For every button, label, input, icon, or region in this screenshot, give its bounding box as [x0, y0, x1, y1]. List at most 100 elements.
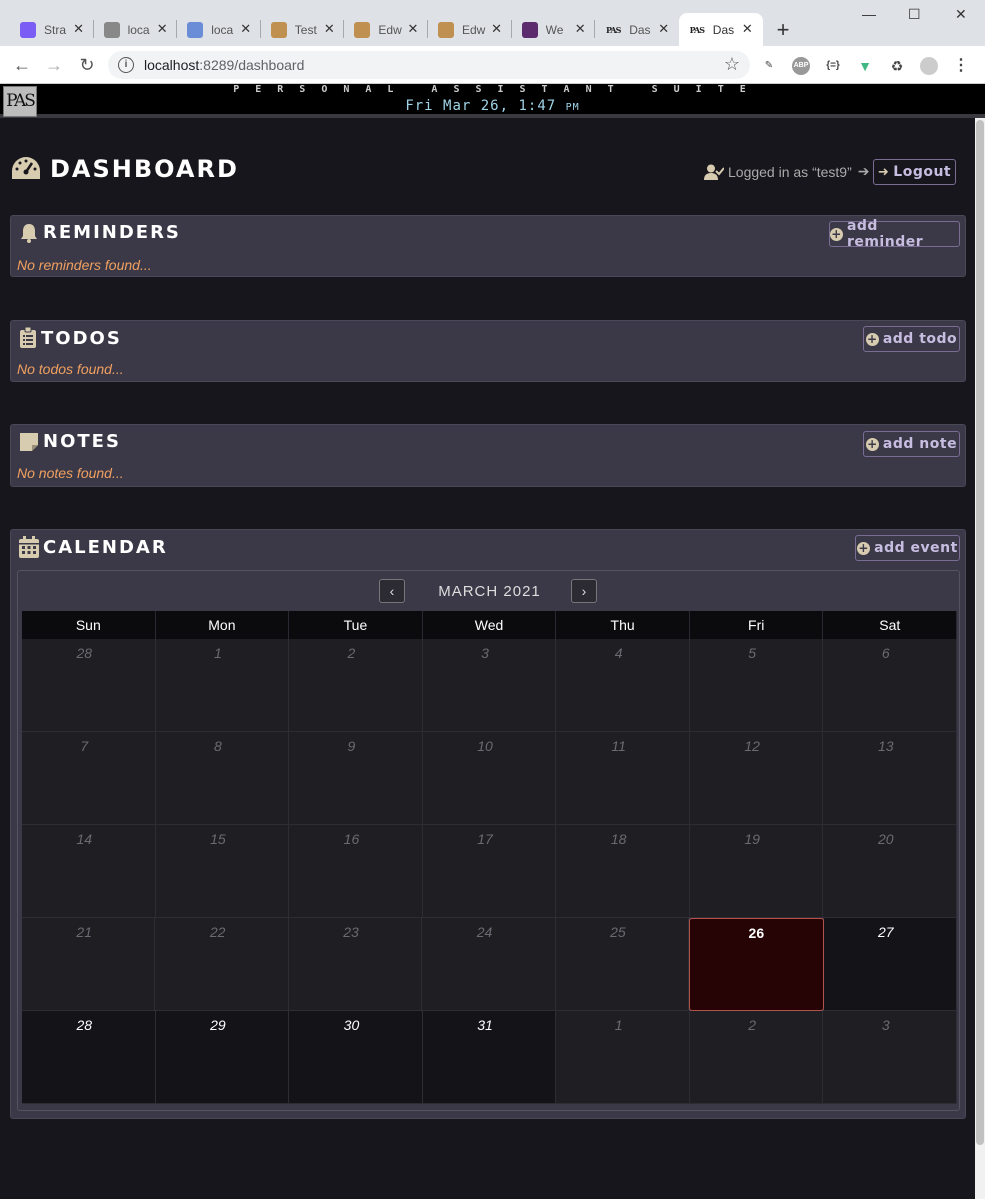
calendar-day[interactable]: 4 [556, 639, 690, 732]
todos-panel: TODOS + add todo No todos found... [10, 320, 966, 382]
notes-panel: NOTES + add note No notes found... [10, 424, 966, 487]
calendar-month-label: MARCH 2021 [438, 583, 541, 600]
calendar-day[interactable]: 22 [155, 918, 289, 1011]
calendar-day[interactable]: 9 [289, 732, 423, 825]
calendar-day[interactable]: 19 [689, 825, 824, 918]
calendar-day[interactable]: 24 [422, 918, 556, 1011]
close-tab-icon[interactable]: ✕ [491, 21, 502, 37]
calendar-day[interactable]: 21 [22, 918, 156, 1011]
browser-tab[interactable]: PAS Das ✕ [595, 13, 679, 46]
calendar-day[interactable]: 12 [689, 732, 824, 825]
close-tab-icon[interactable]: ✕ [407, 21, 418, 37]
close-tab-icon[interactable]: ✕ [157, 21, 168, 37]
close-tab-icon[interactable]: ✕ [73, 21, 84, 37]
calendar-day[interactable]: 13 [823, 732, 958, 825]
calendar-day[interactable]: 25 [555, 918, 690, 1011]
profile-avatar[interactable] [920, 57, 938, 75]
calendar-day[interactable]: 1 [556, 1011, 690, 1104]
calendar-day[interactable]: 2 [689, 1011, 824, 1104]
day-number: 24 [476, 924, 493, 940]
reload-icon[interactable]: ↻ [75, 54, 99, 76]
add-reminder-label: add reminder [846, 218, 924, 250]
extensions-puzzle-icon[interactable]: ♻ [888, 57, 906, 75]
vue-devtools-icon[interactable]: ▼ [856, 57, 874, 75]
calendar-grid: Sun Mon Tue Wed Thu Fri Sat 28 1 2 3 4 5 6 7 8 9 10 11 12 1… [22, 611, 958, 1104]
browser-toolbar: ← → ↻ i localhost:8289/dashboard ☆ ✎ ABP… [0, 46, 985, 84]
browser-tab[interactable]: Edw ✕ [344, 13, 428, 46]
day-number: 7 [80, 738, 89, 754]
close-tab-icon[interactable]: ✕ [240, 21, 251, 37]
calendar-day[interactable]: 3 [823, 1011, 958, 1104]
browser-tab-title: Test [294, 22, 317, 37]
todos-empty-text: No todos found... [17, 361, 124, 377]
close-window-icon[interactable]: ✕ [955, 6, 967, 23]
calendar-day[interactable]: 30 [289, 1011, 423, 1104]
browser-tab[interactable]: Edw ✕ [428, 13, 512, 46]
browser-tab[interactable]: loca ✕ [94, 13, 178, 46]
calendar-day[interactable]: 31 [422, 1011, 557, 1104]
calendar-day[interactable]: 6 [823, 639, 958, 732]
calendar-day[interactable]: 28 [22, 1011, 156, 1104]
close-tab-icon[interactable]: ✕ [658, 21, 669, 37]
calendar-day[interactable]: 5 [689, 639, 824, 732]
calendar-day[interactable]: 28 [22, 639, 156, 732]
close-tab-icon[interactable]: ✕ [742, 21, 753, 37]
calendar-day[interactable]: 8 [155, 732, 290, 825]
back-icon[interactable]: ← [10, 54, 34, 76]
calendar-day[interactable]: 23 [288, 918, 423, 1011]
calendar-day[interactable]: 3 [422, 639, 557, 732]
scrollbar-thumb[interactable] [976, 120, 984, 1145]
calendar-day-today[interactable]: 26 [689, 918, 824, 1011]
calendar-day[interactable]: 15 [155, 825, 290, 918]
calendar-day[interactable]: 18 [556, 825, 690, 918]
add-note-button[interactable]: + add note [863, 431, 960, 457]
calendar-day[interactable]: 1 [155, 639, 290, 732]
calendar-week-row: 28 1 2 3 4 5 6 [22, 639, 958, 732]
calendar-day[interactable]: 11 [556, 732, 690, 825]
tab-separator [176, 20, 178, 38]
day-number: 13 [877, 738, 894, 754]
browser-tab[interactable]: PAS Das ✕ [678, 13, 763, 46]
browser-tab[interactable]: Stra ✕ [10, 13, 94, 46]
maximize-icon[interactable]: ☐ [908, 6, 921, 23]
notes-title: NOTES [43, 431, 121, 452]
calendar-icon [19, 536, 39, 558]
calendar-day[interactable]: 14 [22, 825, 156, 918]
day-number: 14 [76, 831, 93, 847]
calendar-day[interactable]: 29 [155, 1011, 290, 1104]
browser-tab[interactable]: Test ✕ [261, 13, 345, 46]
browser-tab[interactable]: We ✕ [512, 13, 596, 46]
calendar-day[interactable]: 2 [289, 639, 423, 732]
forward-icon[interactable]: → [42, 54, 66, 76]
close-tab-icon[interactable]: ✕ [324, 21, 335, 37]
prev-month-button[interactable]: ‹ [379, 579, 405, 603]
calendar-day[interactable]: 20 [823, 825, 958, 918]
extension-icon[interactable]: ✎ [760, 57, 778, 75]
bookmark-star-icon[interactable]: ☆ [724, 54, 740, 75]
add-todo-button[interactable]: + add todo [863, 326, 960, 352]
json-viewer-icon[interactable]: {=} [824, 57, 842, 75]
logout-button[interactable]: ➜ Logout [873, 159, 956, 185]
calendar-day[interactable]: 10 [422, 732, 557, 825]
sticky-note-icon [20, 432, 38, 451]
graphql-icon [187, 21, 204, 38]
url-text[interactable]: localhost:8289/dashboard [144, 57, 304, 73]
calendar-day[interactable]: 17 [422, 825, 557, 918]
day-number: 12 [744, 738, 760, 754]
calendar-day[interactable]: 27 [823, 918, 957, 1011]
page-scrollbar[interactable] [975, 118, 985, 1199]
address-bar[interactable]: i localhost:8289/dashboard ☆ [108, 51, 750, 79]
minimize-icon[interactable]: — [862, 6, 876, 22]
next-month-button[interactable]: › [571, 579, 597, 603]
browser-tab[interactable]: loca ✕ [177, 13, 261, 46]
menu-kebab-icon[interactable]: ⋮ [952, 57, 970, 75]
new-tab-button[interactable]: + [770, 17, 796, 43]
calendar-day[interactable]: 16 [289, 825, 423, 918]
add-event-button[interactable]: + add event [855, 535, 960, 561]
info-icon[interactable]: i [118, 57, 134, 73]
calendar-day[interactable]: 7 [22, 732, 156, 825]
adblock-icon[interactable]: ABP [792, 57, 810, 75]
calendar-weekday-header: Sun Mon Tue Wed Thu Fri Sat [22, 611, 958, 639]
close-tab-icon[interactable]: ✕ [575, 21, 586, 37]
add-reminder-button[interactable]: + add reminder [829, 218, 960, 250]
